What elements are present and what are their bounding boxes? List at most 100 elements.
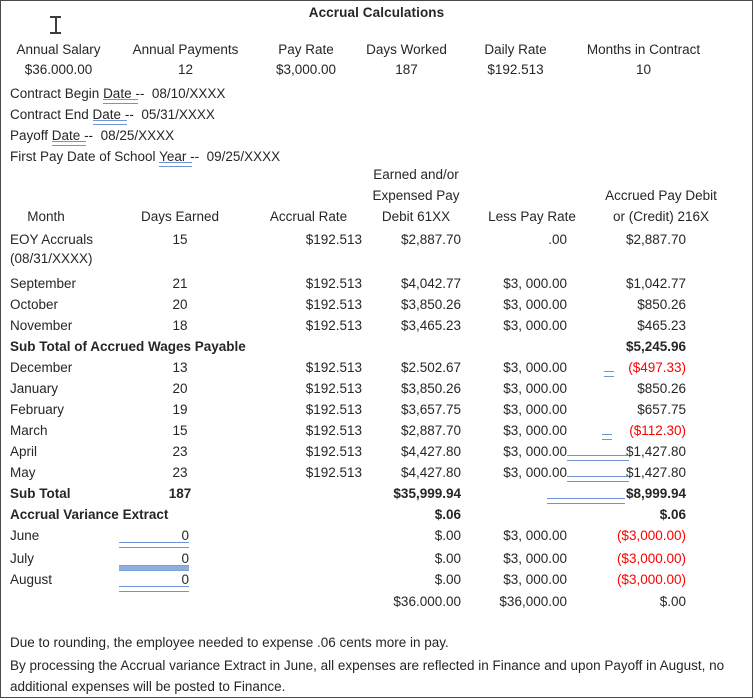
table-row-month: March <box>10 423 48 438</box>
table-row-earned: $.00 <box>434 572 461 587</box>
table-row-less: $3, 000.00 <box>503 423 567 438</box>
table-row-month: November <box>10 318 73 333</box>
table-row-less: $3, 000.00 <box>503 276 567 291</box>
table-row-rate: $192.513 <box>305 381 362 396</box>
accrual-calculations-document: Accrual Calculations Annual Salary Annua… <box>0 0 753 698</box>
table-row-rate: $192.513 <box>305 297 362 312</box>
subtotal-accrued-wages-value: $5,245.96 <box>625 339 686 354</box>
table-row-month: July <box>10 551 35 566</box>
subtotal-label: Sub Total <box>10 486 71 501</box>
note-variance-extract-cont: additional expenses will be posted to Fi… <box>10 679 286 694</box>
table-row-less: $3, 000.00 <box>503 572 567 587</box>
col-header-earned-line2: Expensed Pay <box>372 188 460 203</box>
table-row-earned: $2,887.70 <box>400 232 461 247</box>
table-row-month-line2: (08/31/XXXX) <box>10 251 93 266</box>
col-header-month: Month <box>27 209 65 224</box>
col-header-less-pay-rate: Less Pay Rate <box>488 209 576 224</box>
summary-header-pay-rate: Pay Rate <box>278 42 334 57</box>
tracked-change-underline <box>604 371 614 377</box>
table-row-rate: $192.513 <box>305 318 362 333</box>
table-row-accrued: $465.23 <box>637 318 686 333</box>
table-row-earned: $4,427.80 <box>400 465 461 480</box>
summary-header-annual-salary: Annual Salary <box>16 42 101 57</box>
payoff-label: Payoff <box>10 128 52 143</box>
table-row-less: $3, 000.00 <box>503 297 567 312</box>
col-header-accrued-line2: or (Credit) 216X <box>612 209 710 224</box>
table-row-accrued: $1,042.77 <box>625 276 686 291</box>
variance-extract-accrued: $.06 <box>659 507 686 522</box>
table-row-rate: $192.513 <box>305 232 362 247</box>
summary-value-annual-payments: 12 <box>177 62 194 77</box>
table-row-month: April <box>10 444 38 459</box>
table-row-month: August <box>10 572 53 587</box>
table-row-earned: $3,657.75 <box>400 402 461 417</box>
table-row-less: $3, 000.00 <box>503 551 567 566</box>
contract-begin-label: Contract Begin <box>10 86 104 101</box>
col-header-earned-line1: Earned and/or <box>373 167 459 182</box>
table-row-month: EOY Accruals <box>10 232 94 247</box>
table-row-month: June <box>10 528 40 543</box>
table-row-less: $3, 000.00 <box>503 402 567 417</box>
table-row-earned: $.00 <box>434 551 461 566</box>
table-row-accrued: ($3,000.00) <box>616 551 686 566</box>
grand-total-accrued: $.00 <box>659 594 686 609</box>
table-row-earned: $3,850.26 <box>400 297 461 312</box>
table-row-earned: $.00 <box>434 528 461 543</box>
contract-begin-date-line: Contract Begin Date -- 08/10/XXXX <box>10 86 225 104</box>
note-variance-extract: By processing the Accrual variance Extra… <box>10 658 725 673</box>
table-row-rate: $192.513 <box>305 360 362 375</box>
table-row-rate: $192.513 <box>305 423 362 438</box>
table-row-accrued: $2,887.70 <box>625 232 686 247</box>
grand-total-less: $36,000.00 <box>499 594 567 609</box>
table-row-month: January <box>10 381 59 396</box>
first-pay-date-line: First Pay Date of School Year -- 09/25/X… <box>10 149 280 167</box>
table-row-accrued: ($112.30) <box>629 423 686 438</box>
table-row-less: $3, 000.00 <box>503 381 567 396</box>
table-row-days: 15 <box>172 423 188 438</box>
first-pay-marked-word: Year <box>159 149 193 167</box>
page-title: Accrual Calculations <box>308 5 445 20</box>
table-row-days: 20 <box>172 297 188 312</box>
contract-end-marked-word: Date <box>92 107 128 125</box>
table-row-rate: $192.513 <box>305 402 362 417</box>
table-row-earned: $2.502.67 <box>400 360 461 375</box>
summary-header-days-worked: Days Worked <box>366 42 447 57</box>
tracked-change-underline <box>547 498 625 504</box>
table-row-days: 0 <box>181 528 189 543</box>
summary-value-days-worked: 187 <box>395 62 418 77</box>
table-row-earned: $2,887.70 <box>400 423 461 438</box>
variance-extract-label: Accrual Variance Extract <box>10 507 169 522</box>
first-pay-label: First Pay Date of School <box>10 149 160 164</box>
variance-extract-earned: $.06 <box>434 507 461 522</box>
contract-begin-marked-word: Date <box>103 86 138 104</box>
summary-header-annual-payments: Annual Payments <box>132 42 239 57</box>
payoff-date-line: Payoff Date -- 08/25/XXXX <box>10 128 174 146</box>
table-row-accrued: $850.26 <box>637 297 686 312</box>
summary-value-daily-rate: $192.513 <box>487 62 544 77</box>
table-row-days: 23 <box>172 465 188 480</box>
tracked-change-underline <box>602 434 612 440</box>
table-row-month: September <box>10 276 77 291</box>
table-row-days: 18 <box>172 318 188 333</box>
col-header-earned-line3: Debit 61XX <box>381 209 451 224</box>
table-row-days: 20 <box>172 381 188 396</box>
contract-end-date-line: Contract End Date -- 05/31/XXXX <box>10 107 215 125</box>
table-row-accrued: ($497.33) <box>628 360 686 375</box>
subtotal-accrued-wages-label: Sub Total of Accrued Wages Payable <box>10 339 246 354</box>
table-row-days: 23 <box>172 444 188 459</box>
subtotal-days: 187 <box>168 486 192 501</box>
subtotal-earned: $35,999.94 <box>393 486 461 501</box>
summary-value-months-in-contract: 10 <box>635 62 652 77</box>
table-row-less: .00 <box>548 232 567 247</box>
tracked-change-underline <box>119 565 189 571</box>
tracked-change-underline <box>567 476 629 482</box>
table-row-month: December <box>10 360 73 375</box>
grand-total-earned: $36.000.00 <box>393 594 461 609</box>
col-header-days-earned: Days Earned <box>140 209 220 224</box>
table-row-days: 0 <box>181 551 189 566</box>
col-header-accrued-line1: Accrued Pay Debit <box>605 188 717 203</box>
text-cursor-icon <box>50 15 61 35</box>
table-row-less: $3, 000.00 <box>503 318 567 333</box>
note-rounding: Due to rounding, the employee needed to … <box>10 635 449 650</box>
table-row-accrued: ($3,000.00) <box>616 528 686 543</box>
